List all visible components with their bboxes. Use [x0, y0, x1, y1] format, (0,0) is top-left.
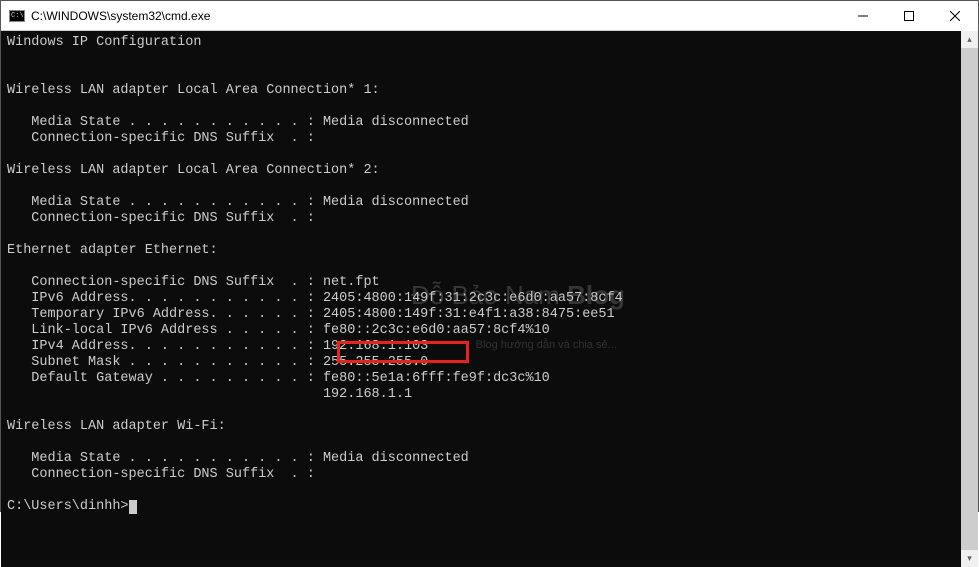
close-button[interactable] [932, 1, 978, 31]
cmd-window: C:\WINDOWS\system32\cmd.exe Windows IP C… [0, 0, 979, 512]
vertical-scrollbar[interactable]: ▴ ▾ [961, 31, 978, 567]
minimize-icon [858, 11, 868, 21]
scroll-thumb[interactable] [961, 48, 978, 550]
scroll-track[interactable] [961, 48, 978, 550]
maximize-icon [904, 11, 914, 21]
scroll-up-arrow[interactable]: ▴ [961, 31, 978, 48]
terminal-output[interactable]: Windows IP Configuration Wireless LAN ad… [1, 31, 961, 567]
close-icon [950, 11, 960, 21]
maximize-button[interactable] [886, 1, 932, 31]
titlebar[interactable]: C:\WINDOWS\system32\cmd.exe [1, 1, 978, 31]
window-title: C:\WINDOWS\system32\cmd.exe [31, 9, 840, 23]
window-controls [840, 1, 978, 31]
cmd-icon [9, 10, 25, 22]
terminal-area: Windows IP Configuration Wireless LAN ad… [1, 31, 978, 567]
terminal-text: Windows IP Configuration Wireless LAN ad… [7, 35, 623, 514]
watermark-subtitle: Blog hướng dẫn và chia sẻ... [411, 337, 625, 353]
minimize-button[interactable] [840, 1, 886, 31]
scroll-down-arrow[interactable]: ▾ [961, 550, 978, 567]
